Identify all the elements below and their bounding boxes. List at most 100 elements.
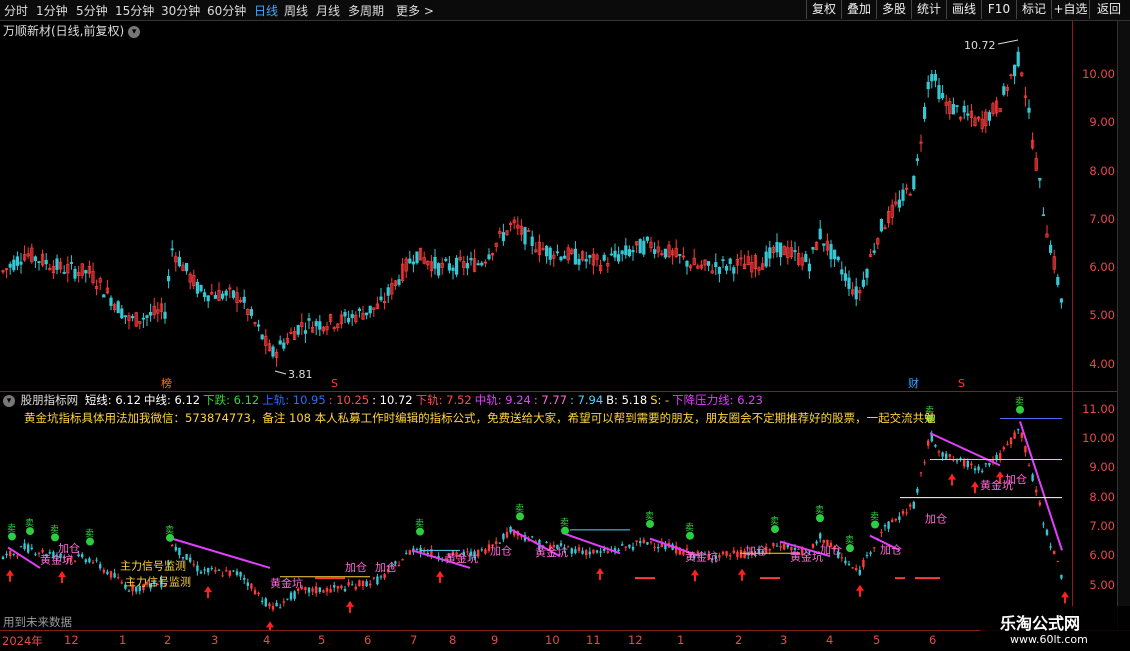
tab-weekly[interactable]: 周线	[284, 2, 308, 19]
event-marker-rank[interactable]: 榜	[161, 376, 172, 390]
draw-line-button[interactable]: 画线	[946, 0, 981, 19]
add-watchlist-button[interactable]: +自选	[1051, 0, 1089, 19]
axis-tick: 4.00	[1089, 357, 1115, 371]
candle	[152, 297, 156, 319]
candle	[235, 286, 239, 312]
indicator-candle	[232, 570, 235, 573]
candle	[386, 284, 390, 304]
date-label: 9	[491, 633, 499, 647]
mark-button[interactable]: 标记	[1016, 0, 1051, 19]
candle	[271, 344, 275, 359]
indicator-field-8: : 7.77	[533, 393, 568, 407]
multi-stock-button[interactable]: 多股	[876, 0, 911, 19]
indicator-candle	[189, 554, 192, 564]
indicator-candle	[1002, 445, 1005, 452]
candle	[609, 247, 614, 256]
stock-title[interactable]: 万顺新材(日线,前复权) ▾	[3, 22, 141, 39]
indicator-candle	[621, 541, 624, 546]
candle	[483, 259, 488, 268]
candle	[714, 253, 718, 276]
watermark-title: 乐淘公式网	[1000, 614, 1081, 633]
tab-intraday[interactable]: 分时	[4, 2, 28, 19]
event-marker-s1[interactable]: S	[331, 377, 338, 390]
date-label: 4	[263, 633, 271, 647]
candle	[472, 249, 477, 273]
candle	[721, 255, 725, 269]
indicator-candle	[891, 517, 894, 523]
indicator-candle	[930, 430, 933, 443]
chevron-down-icon[interactable]: ▾	[128, 25, 141, 38]
candle	[545, 244, 549, 264]
tab-60min[interactable]: 60分钟	[207, 2, 246, 19]
candle	[645, 236, 650, 244]
candle	[84, 269, 88, 283]
candle	[253, 321, 257, 327]
indicator-candle	[109, 570, 113, 581]
candle	[840, 261, 844, 281]
kline-chart[interactable]: 卖卖卖卖卖卖卖卖卖卖卖卖卖卖卖卖黄金坑加仓黄金坑加仓 加仓黄金坑加仓 黄金坑 黄金坑加…	[0, 21, 1072, 631]
candle	[361, 305, 365, 320]
side-panel-strip[interactable]	[1117, 21, 1130, 630]
sell-marker: 卖	[815, 505, 824, 523]
statistics-button[interactable]: 统计	[911, 0, 946, 19]
indicator-candle	[1060, 574, 1063, 580]
candle	[912, 175, 916, 191]
event-marker-finance[interactable]: 财	[908, 376, 919, 390]
overlay-button[interactable]: 叠加	[841, 0, 876, 19]
back-button[interactable]: 返回	[1089, 0, 1128, 19]
indicator-candle	[631, 542, 635, 552]
indicator-candle	[217, 568, 221, 571]
indicator-field-1: 中线: 6.12	[143, 393, 201, 407]
axis-tick: 5.00	[1089, 308, 1115, 322]
indicator-candle	[383, 572, 386, 581]
candle	[156, 302, 160, 323]
low-annotation: 3.81	[274, 368, 313, 381]
candle	[854, 277, 858, 307]
candle	[649, 236, 653, 253]
candle	[393, 279, 398, 290]
indicator-candle	[239, 571, 242, 581]
indicator-candle	[772, 542, 775, 549]
indicator-candle	[779, 541, 782, 552]
sell-marker: 卖	[50, 524, 59, 542]
candle	[681, 247, 686, 261]
candle	[944, 94, 948, 115]
tab-daily[interactable]: 日线	[254, 2, 278, 19]
date-label: 2024年	[2, 634, 43, 648]
tab-30min[interactable]: 30分钟	[161, 2, 200, 19]
indicator-candle	[811, 543, 815, 550]
candle	[588, 254, 592, 265]
chevron-down-icon[interactable]: ▾	[3, 394, 15, 407]
candle	[1023, 86, 1027, 107]
indicator-field-0: 短线: 6.12	[84, 393, 141, 407]
candle	[671, 248, 675, 265]
indicator-candle	[192, 560, 195, 568]
event-marker-s2[interactable]: S	[958, 377, 965, 390]
indicator-candle	[1049, 542, 1052, 551]
tab-more[interactable]: 更多 >	[396, 2, 434, 19]
candle	[977, 116, 981, 122]
signal-label: 加仓	[345, 560, 367, 574]
indicator-candle	[95, 557, 98, 563]
indicator-name[interactable]: 股朋指标网	[21, 393, 79, 407]
tab-5min[interactable]: 5分钟	[76, 2, 108, 19]
candle	[728, 257, 732, 271]
tab-15min[interactable]: 15分钟	[115, 2, 154, 19]
tab-multi-period[interactable]: 多周期	[348, 2, 384, 19]
indicator-candle	[199, 570, 203, 574]
signal-label: 黄金坑	[445, 551, 478, 565]
candle	[908, 192, 912, 196]
candle	[12, 255, 16, 273]
candle	[901, 183, 905, 206]
candle	[411, 254, 416, 273]
sell-marker: 卖	[560, 518, 569, 535]
candle	[851, 282, 855, 297]
indicator-candle	[343, 585, 347, 593]
adjust-button[interactable]: 复权	[806, 0, 841, 19]
indicator-candle	[437, 552, 440, 562]
f10-button[interactable]: F10	[981, 0, 1016, 19]
candle	[289, 327, 293, 335]
tab-monthly[interactable]: 月线	[316, 2, 340, 19]
sell-marker: 卖	[845, 535, 854, 553]
tab-1min[interactable]: 1分钟	[36, 2, 68, 19]
